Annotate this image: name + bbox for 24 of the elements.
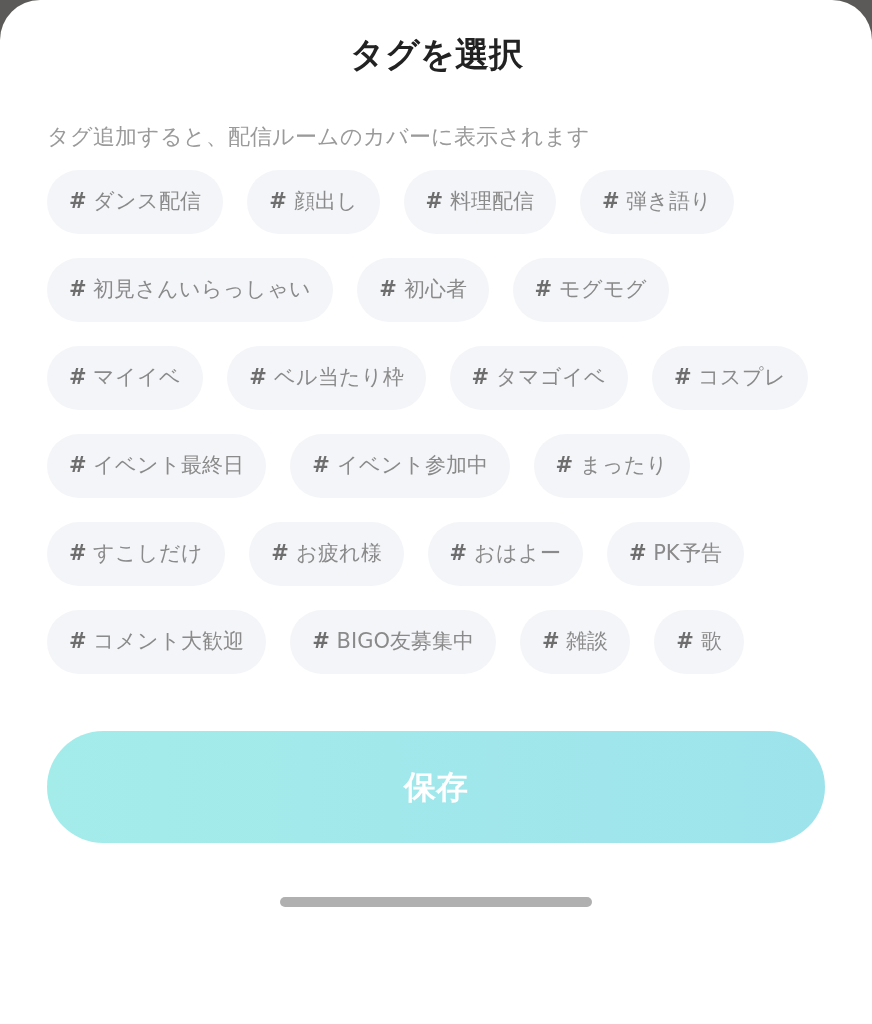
tag-chip[interactable]: # ダンス配信 bbox=[47, 170, 224, 234]
tag-chip[interactable]: # PK予告 bbox=[606, 522, 744, 586]
tag-chip[interactable]: # BIGO友募集中 bbox=[290, 610, 496, 674]
hint-text: タグ追加すると、配信ルームのカバーに表示されます bbox=[47, 123, 591, 151]
tag-chip[interactable]: # タマゴイベ bbox=[449, 346, 628, 410]
tag-chip[interactable]: # まったり bbox=[533, 434, 690, 498]
tag-chip[interactable]: # 顔出し bbox=[247, 170, 380, 234]
sheet-title: タグを選択 bbox=[348, 33, 524, 76]
tag-chip[interactable]: # コスプレ bbox=[651, 346, 809, 410]
tag-chip[interactable]: # お疲れ様 bbox=[249, 522, 404, 586]
tag-chip[interactable]: # コメント大歓迎 bbox=[47, 610, 267, 674]
tag-chip[interactable]: # 弾き語り bbox=[579, 170, 735, 234]
tag-chip[interactable]: # 初見さんいらっしゃい bbox=[47, 258, 334, 322]
tag-chip[interactable]: # 初心者 bbox=[357, 258, 489, 322]
tag-chip[interactable]: # モグモグ bbox=[512, 258, 669, 322]
tag-chip[interactable]: # 歌 bbox=[654, 610, 744, 674]
tag-chip[interactable]: # 料理配信 bbox=[403, 170, 556, 234]
tag-chip[interactable]: # イベント最終日 bbox=[47, 434, 267, 498]
tag-chip[interactable]: # マイイベ bbox=[47, 346, 204, 410]
tag-chip[interactable]: # すこしだけ bbox=[47, 522, 226, 586]
tag-chip[interactable]: # おはよー bbox=[427, 522, 583, 586]
tag-chip[interactable]: # 雑談 bbox=[520, 610, 631, 674]
tag-chip[interactable]: # イベント参加中 bbox=[290, 434, 510, 498]
tag-chip[interactable]: # ベル当たり枠 bbox=[227, 346, 426, 410]
